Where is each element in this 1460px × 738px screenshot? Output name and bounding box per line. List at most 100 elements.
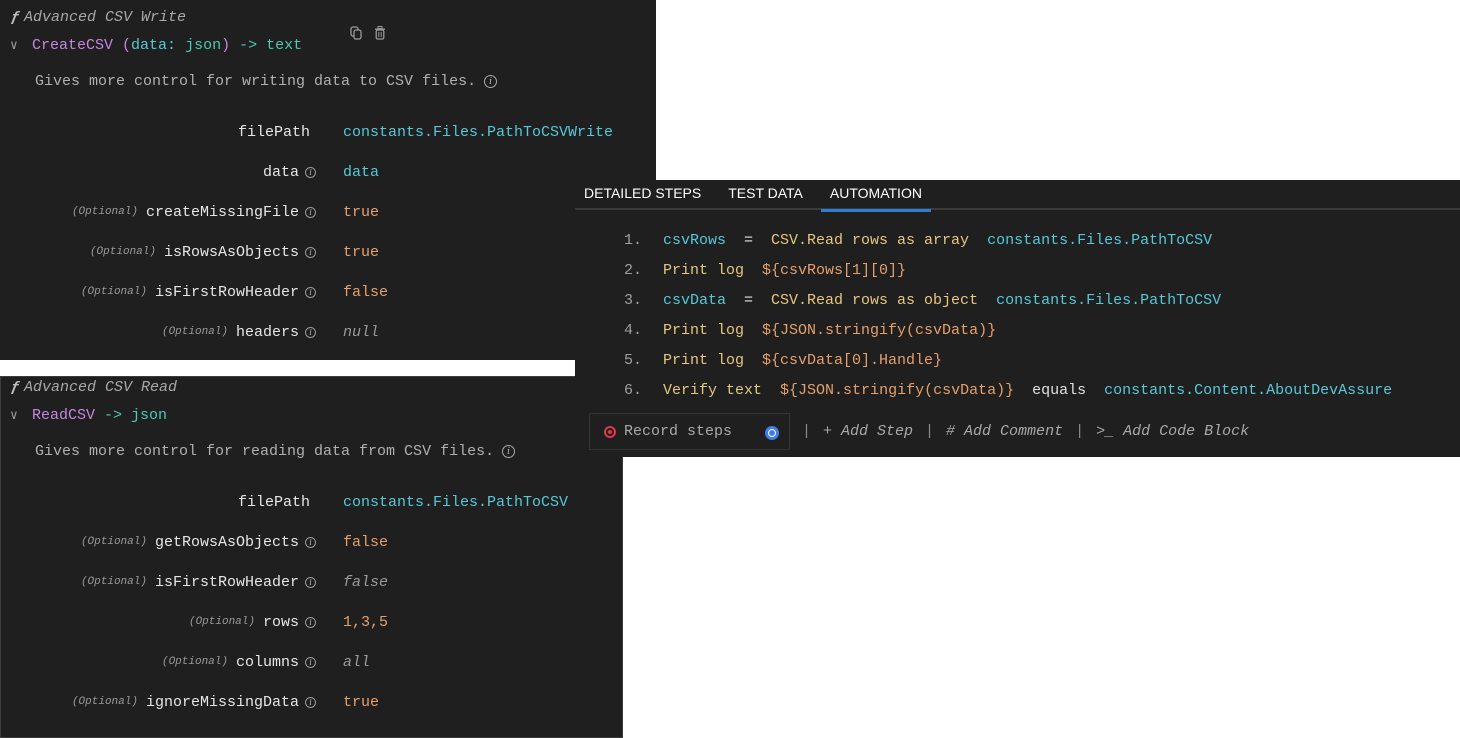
step-token: csvData [663,291,727,309]
param-value-data[interactable]: data [343,164,379,181]
param-row-columns: (Optional) columns i all [1,652,622,672]
info-icon[interactable]: i [305,576,316,588]
param-value-columns[interactable]: all [343,654,370,671]
step-number: 1. [624,231,643,249]
step-token [744,262,762,279]
step-token: Print log [663,321,745,339]
param-row-getRowsAsObjects: (Optional) getRowsAsObjects i false [1,532,622,552]
param-value-isFirstRowHeader[interactable]: false [343,574,388,591]
param-label: (Optional) createMissingFile i [0,204,316,221]
tab-test-data[interactable]: TEST DATA [719,180,812,210]
param-label: data i [0,164,316,181]
copy-icon[interactable] [350,26,362,44]
param-name: rows [262,613,299,631]
optional-tag: (Optional) [89,246,156,258]
step-number: 5. [624,351,643,369]
add-step-button[interactable]: + Add Step [823,423,913,440]
step-token [978,292,996,309]
trash-icon[interactable] [374,26,386,44]
optional-tag: (Optional) [80,536,147,548]
separator: | [1075,423,1085,440]
param-row-isFirstRowHeader: (Optional) isFirstRowHeader i false [1,572,622,592]
separator: | [925,423,935,440]
info-icon[interactable]: i [305,616,316,628]
function-name: CreateCSV [32,37,114,54]
optional-tag: (Optional) [71,206,138,218]
function-icon: ƒ [11,9,21,26]
chevron-down-icon[interactable]: ∨ [10,408,32,423]
step-token [744,352,762,369]
param-value-getRowsAsObjects[interactable]: false [343,534,388,551]
read-description: Gives more control for reading data from… [35,443,516,460]
optional-tag: (Optional) [161,656,228,668]
step-token [969,232,987,249]
param-row-ignoreMissingData: (Optional) ignoreMissingData i true [1,692,622,712]
param-label: (Optional) rows i [1,614,316,631]
step-token: constants.Files.PathToCSV [987,231,1213,249]
step-token: ${csvRows[1][0]} [762,261,907,279]
param-label: (Optional) getRowsAsObjects i [1,534,316,551]
param-row-rows: (Optional) rows i 1,3,5 [1,612,622,632]
add-comment-button[interactable]: # Add Comment [946,423,1063,440]
arg-type: json [185,37,222,54]
step-token: ${JSON.stringify(csvData)} [780,381,1015,399]
write-description: Gives more control for writing data to C… [35,73,498,90]
param-value-rows[interactable]: 1,3,5 [343,614,388,631]
step-token: ${csvData[0].Handle} [762,351,943,369]
info-icon[interactable]: i [305,696,316,708]
record-steps-button[interactable]: Record steps [589,413,790,450]
tab-automation[interactable]: AUTOMATION [820,180,932,212]
param-value-headers[interactable]: null [343,324,379,341]
param-value-isFirstRowHeader[interactable]: false [343,284,388,301]
info-icon[interactable]: i [484,75,498,88]
step-body: Verify text ${JSON.stringify(csvData)} e… [663,382,1392,399]
return-type: text [266,37,303,54]
step-token: Print log [663,261,745,279]
info-icon[interactable]: i [502,445,516,458]
function-name: ReadCSV [32,407,96,424]
record-icon [604,425,616,438]
param-name: createMissingFile [145,203,299,221]
optional-tag: (Optional) [80,286,147,298]
step-body: Print log ${csvData[0].Handle} [663,352,942,369]
param-name: isFirstRowHeader [154,573,299,591]
param-row-filePath: filePath constants.Files.PathToCSVWrite [0,122,656,142]
function-icon: ƒ [11,379,21,396]
chrome-icon[interactable] [765,426,779,440]
param-value-ignoreMissingData[interactable]: true [343,694,379,711]
step-body: Print log ${csvRows[1][0]} [663,262,906,279]
tab-bar: DETAILED STEPS TEST DATA AUTOMATION [575,180,1460,212]
info-icon[interactable]: i [305,166,316,178]
step-token: CSV.Read rows as array [771,231,970,249]
step-token: = [726,291,772,309]
step-token [762,382,780,399]
step-number: 6. [624,381,643,399]
param-row-isFirstRowHeader: (Optional) isFirstRowHeader i false [0,282,656,302]
info-icon[interactable]: i [305,286,316,298]
info-icon[interactable]: i [305,326,316,338]
write-actions [350,26,386,44]
tab-detailed-steps[interactable]: DETAILED STEPS [575,180,710,210]
read-function-title: ƒ Advanced CSV Read [11,379,178,396]
param-value-isRowsAsObjects[interactable]: true [343,244,379,261]
step-token: ${JSON.stringify(csvData)} [762,321,997,339]
write-signature[interactable]: ∨ CreateCSV ( data : json ) -> text [10,37,302,54]
param-name: filePath [237,123,310,141]
step-token: equals [1014,381,1105,399]
info-icon[interactable]: i [305,656,316,668]
step-token: csvRows [663,231,727,249]
param-value-createMissingFile[interactable]: true [343,204,379,221]
info-icon[interactable]: i [305,246,316,258]
add-code-block-button[interactable]: >_ Add Code Block [1096,423,1249,440]
step-token: = [726,231,772,249]
separator: | [802,423,812,440]
param-label: (Optional) isRowsAsObjects i [0,244,316,261]
info-icon[interactable]: i [305,536,316,548]
param-value-filePath[interactable]: constants.Files.PathToCSVWrite [343,124,613,141]
optional-tag: (Optional) [188,616,255,628]
read-signature[interactable]: ∨ ReadCSV -> json [10,407,167,424]
info-icon[interactable]: i [305,206,316,218]
chevron-down-icon[interactable]: ∨ [10,38,32,53]
param-value-filePath[interactable]: constants.Files.PathToCSV [343,494,568,511]
param-name: isRowsAsObjects [163,243,299,261]
